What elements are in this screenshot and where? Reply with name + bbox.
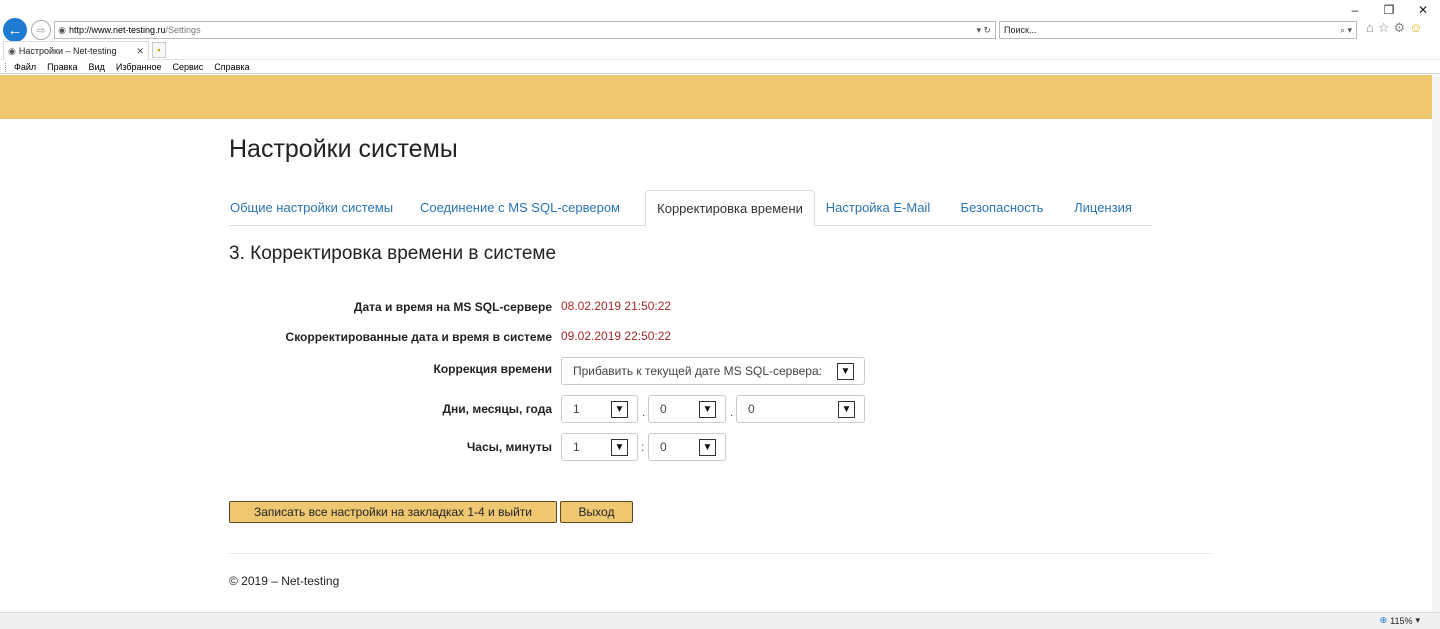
forward-arrow-icon: ⇨ — [36, 24, 46, 37]
browser-chrome: – ❐ ✕ ← ⇨ ◉ http://www.net-testing.ru/Se… — [0, 0, 1440, 75]
hours-minutes-label: Часы, минуты — [466, 440, 552, 454]
window-controls: – ❐ ✕ — [1338, 0, 1440, 20]
restore-button[interactable]: ❐ — [1372, 0, 1406, 20]
toolbar-icons: ⌂ ☆ ⚙ ☺ — [1366, 20, 1422, 36]
chevron-down-icon: ▼ — [699, 439, 716, 456]
corrected-datetime-value: 09.02.2019 22:50:22 — [561, 329, 672, 343]
footer-divider — [229, 553, 1212, 554]
corrected-datetime-label: Скорректированные дата и время в системе — [285, 330, 552, 344]
menu-item-help[interactable]: Справка — [214, 62, 249, 72]
chevron-down-icon: ▼ — [611, 439, 628, 456]
feedback-smiley-icon[interactable]: ☺ — [1409, 20, 1422, 36]
menu-grip — [5, 63, 7, 72]
chevron-down-icon: ▼ — [838, 401, 855, 418]
browser-search-input[interactable]: Поиск... ⌕ ▾ — [999, 21, 1357, 39]
exit-button[interactable]: Выход — [560, 501, 633, 523]
zoom-dropdown-icon[interactable]: ▾ — [1415, 615, 1420, 626]
months-select[interactable]: 0 ▼ — [648, 395, 726, 423]
new-tab-icon: ▪ — [157, 45, 161, 55]
sql-datetime-label: Дата и время на MS SQL-сервере — [353, 300, 552, 314]
date-separator: . — [730, 405, 734, 419]
chevron-down-icon: ▼ — [611, 401, 628, 418]
address-path: /Settings — [165, 25, 201, 35]
menu-item-edit[interactable]: Правка — [47, 62, 77, 72]
address-host: http://www.net-testing.ru — [69, 25, 166, 35]
gear-icon[interactable]: ⚙ — [1394, 20, 1406, 36]
time-correction-label: Коррекция времени — [433, 362, 552, 376]
zoom-level: 115% — [1390, 615, 1413, 626]
menu-item-file[interactable]: Файл — [14, 62, 36, 72]
back-button[interactable]: ← — [3, 18, 27, 42]
tab-favicon-icon: ◉ — [8, 45, 16, 56]
menu-item-tools[interactable]: Сервис — [172, 62, 203, 72]
days-value: 1 — [573, 402, 580, 416]
time-correction-value: Прибавить к текущей дате MS SQL-сервера: — [573, 364, 822, 378]
tab-time-correction[interactable]: Корректировка времени — [645, 190, 815, 227]
chevron-down-icon: ▼ — [699, 401, 716, 418]
address-bar[interactable]: ◉ http://www.net-testing.ru/Settings ▾ ↻ — [54, 21, 996, 39]
tab-general-settings[interactable]: Общие настройки системы — [229, 190, 394, 226]
minimize-button[interactable]: – — [1338, 0, 1372, 20]
tab-license[interactable]: Лицензия — [1069, 190, 1137, 226]
favorites-star-icon[interactable]: ☆ — [1378, 20, 1390, 36]
months-value: 0 — [660, 402, 667, 416]
days-select[interactable]: 1 ▼ — [561, 395, 638, 423]
home-icon[interactable]: ⌂ — [1366, 20, 1374, 36]
section-title: 3. Корректировка времени в системе — [229, 243, 557, 264]
tab-sql-connection[interactable]: Соединение с MS SQL-сервером — [418, 190, 622, 226]
tab-email-settings[interactable]: Настройка E-Mail — [821, 190, 935, 226]
vertical-scrollbar[interactable] — [1432, 75, 1440, 612]
years-select[interactable]: 0 ▼ — [736, 395, 865, 423]
menu-item-view[interactable]: Вид — [89, 62, 105, 72]
settings-tabs: Общие настройки системы Соединение с MS … — [229, 190, 1152, 227]
sql-datetime-value: 08.02.2019 21:50:22 — [561, 299, 672, 313]
browser-tab-title: Настройки – Net-testing — [18, 46, 117, 56]
zoom-control[interactable]: ⊕ 115% ▾ — [1380, 615, 1420, 626]
search-icon[interactable]: ⌕ ▾ — [1340, 25, 1356, 36]
menu-bar: Файл Правка Вид Избранное Сервис Справка — [0, 60, 1440, 74]
minutes-select[interactable]: 0 ▼ — [648, 433, 726, 461]
menu-item-favorites[interactable]: Избранное — [116, 62, 162, 72]
page-title: Настройки системы — [229, 135, 458, 163]
close-tab-icon[interactable]: ✕ — [136, 46, 148, 57]
chevron-down-icon: ▼ — [837, 363, 854, 380]
close-window-button[interactable]: ✕ — [1406, 0, 1440, 20]
time-separator: : — [641, 440, 645, 454]
hours-value: 1 — [573, 440, 580, 454]
new-tab-button[interactable]: ▪ — [152, 42, 166, 58]
address-tools[interactable]: ▾ ↻ — [976, 25, 995, 36]
footer-copyright: © 2019 – Net-testing — [229, 574, 340, 588]
site-header-banner — [0, 75, 1440, 119]
save-and-exit-button[interactable]: Записать все настройки на закладках 1-4 … — [229, 501, 557, 523]
minutes-value: 0 — [660, 440, 667, 454]
search-placeholder: Поиск... — [1004, 25, 1037, 35]
browser-tab-strip: ◉ Настройки – Net-testing ✕ ▪ — [0, 41, 1440, 60]
back-arrow-icon: ← — [7, 21, 23, 39]
date-separator: . — [642, 405, 646, 419]
navigation-bar: ← ⇨ ◉ http://www.net-testing.ru/Settings… — [0, 18, 1440, 42]
years-value: 0 — [748, 402, 755, 416]
time-correction-select[interactable]: Прибавить к текущей дате MS SQL-сервера:… — [561, 357, 865, 385]
hours-select[interactable]: 1 ▼ — [561, 433, 638, 461]
days-months-years-label: Дни, месяцы, года — [442, 402, 552, 416]
status-bar: ⊕ 115% ▾ — [0, 612, 1440, 629]
browser-tab[interactable]: ◉ Настройки – Net-testing ✕ — [3, 41, 149, 60]
zoom-icon: ⊕ — [1379, 615, 1388, 625]
page-icon: ◉ — [58, 24, 66, 35]
forward-button[interactable]: ⇨ — [31, 20, 51, 40]
tab-security[interactable]: Безопасность — [953, 190, 1051, 226]
